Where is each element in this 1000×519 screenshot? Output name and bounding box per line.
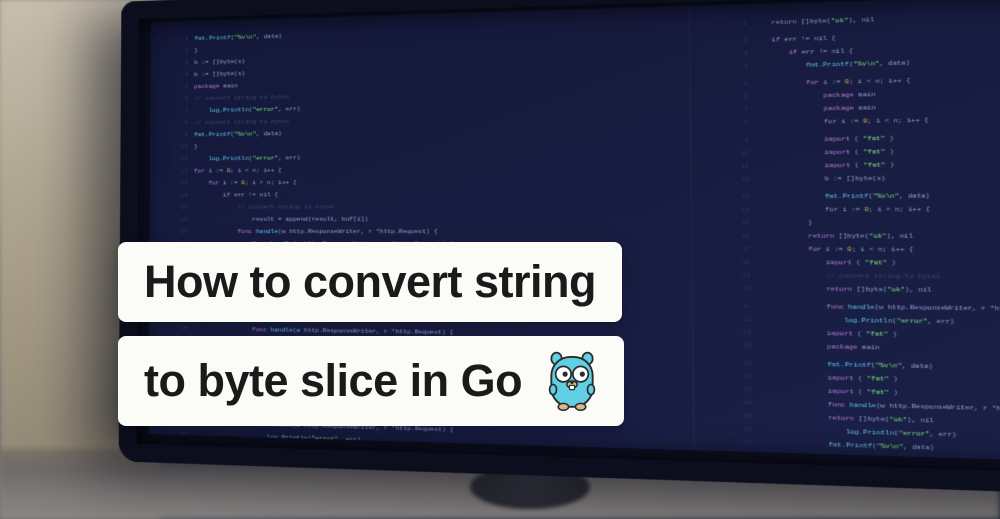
title-overlay: How to convert string to byte slice in G… [118, 242, 624, 426]
go-gopher-icon [546, 350, 598, 412]
title-text-2: to byte slice in Go [144, 355, 522, 407]
title-line-2: to byte slice in Go [118, 336, 624, 426]
title-line-1: How to convert string [118, 242, 622, 322]
hero-image: 1fmt.Printf("%v\n", data)2}3b := []byte(… [0, 0, 1000, 519]
title-text-1: How to convert string [144, 256, 596, 308]
